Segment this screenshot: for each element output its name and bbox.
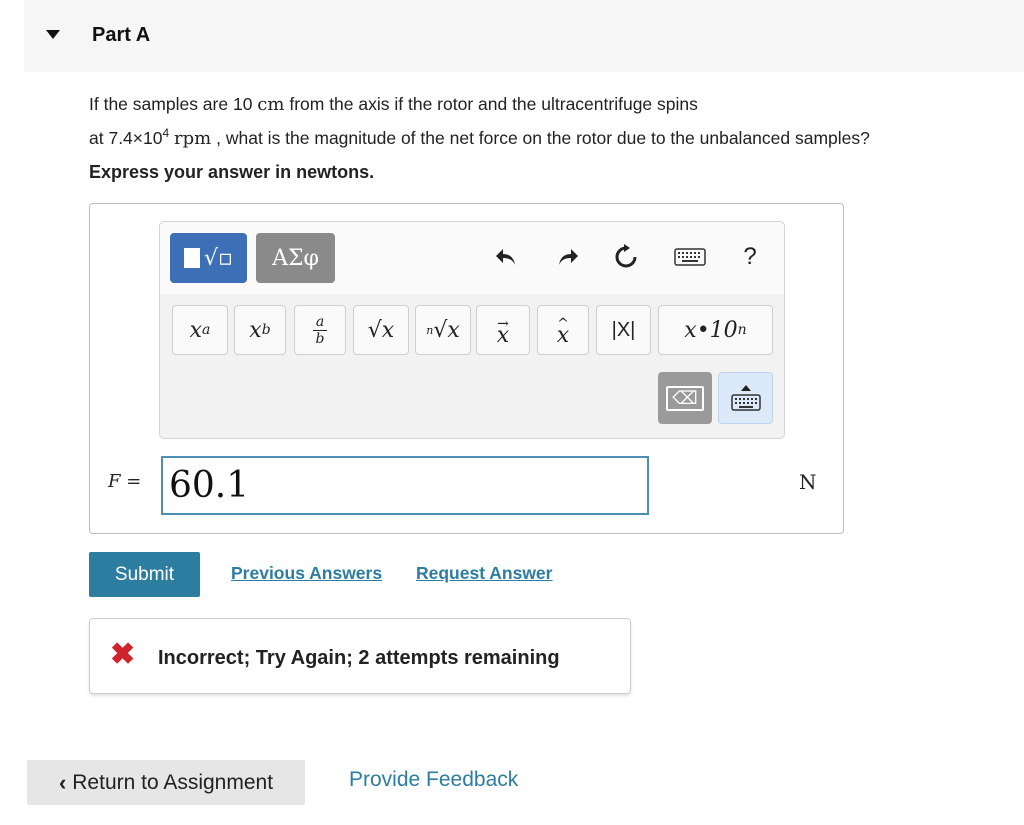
vector-key[interactable]: → x <box>476 305 530 355</box>
part-title: Part A <box>92 24 151 46</box>
fraction-icon: ab <box>313 315 327 346</box>
unit-cm: cm <box>257 94 285 115</box>
request-answer-link[interactable]: Request Answer <box>416 563 552 584</box>
feedback-panel: ✖ Incorrect; Try Again; 2 attempts remai… <box>89 618 631 694</box>
sci-exp: n <box>737 322 747 338</box>
nth-root-key[interactable]: n √ x <box>415 305 471 355</box>
provide-feedback-link[interactable]: Provide Feedback <box>349 768 518 792</box>
return-to-assignment-button[interactable]: ‹ Return to Assignment <box>27 760 305 805</box>
question-line1-b: from the axis if the rotor and the ultra… <box>289 94 698 114</box>
variable-label: F = <box>108 471 141 492</box>
undo-icon[interactable] <box>491 242 521 272</box>
part-header[interactable] <box>24 0 1024 72</box>
fraction-key[interactable]: ab <box>294 305 346 355</box>
submit-button[interactable]: Submit <box>89 552 200 597</box>
unit-rpm: rpm <box>174 127 212 149</box>
cursor-square-icon <box>184 248 201 268</box>
help-button[interactable]: ? <box>735 242 765 272</box>
question-line2-b: , what is the magnitude of the net force… <box>216 127 870 148</box>
subscript-key[interactable]: xb <box>234 305 286 355</box>
caret-up-icon <box>740 384 751 391</box>
return-label: Return to Assignment <box>72 770 274 794</box>
chevron-left-icon: ‹ <box>58 769 67 795</box>
equals-sign: = <box>126 471 142 492</box>
answer-unit: N <box>799 470 817 494</box>
question-line1-a: If the samples are 10 <box>89 94 253 114</box>
collapse-caret-icon[interactable] <box>46 30 60 39</box>
sqrt-template-icon: √▫ <box>204 245 233 271</box>
sci-base: x•10 <box>684 317 738 343</box>
scientific-notation-key[interactable]: x•10 n <box>658 305 773 355</box>
previous-answers-link[interactable]: Previous Answers <box>231 563 382 584</box>
question-line2-a: at 7.4×10 <box>89 127 163 148</box>
keyboard-toggle-button[interactable] <box>718 372 773 424</box>
math-toolbar: √▫ ΑΣφ ? xa xb ab √ x n √ x → x ^ x |X| x•10 n… <box>159 221 785 439</box>
absolute-value-key[interactable]: |X| <box>596 305 651 355</box>
greek-symbols-button[interactable]: ΑΣφ <box>256 233 335 283</box>
templates-button[interactable]: √▫ <box>170 233 247 283</box>
keyboard-icon[interactable] <box>672 242 708 272</box>
x-mark-icon: ✖ <box>110 638 136 671</box>
feedback-message: Incorrect; Try Again; 2 attempts remaini… <box>158 647 560 669</box>
redo-icon[interactable] <box>553 242 583 272</box>
answer-input[interactable] <box>161 456 649 515</box>
reset-icon[interactable] <box>611 242 641 272</box>
keyboard-toggle-icon <box>730 393 761 411</box>
backspace-button[interactable]: ⌫ <box>658 372 712 424</box>
unit-vector-key[interactable]: ^ x <box>537 305 589 355</box>
variable-name: F <box>108 471 121 492</box>
exponent: 4 <box>162 126 170 140</box>
sqrt-key[interactable]: √ x <box>353 305 409 355</box>
backspace-icon: ⌫ <box>666 385 704 411</box>
superscript-key[interactable]: xa <box>172 305 228 355</box>
question-text: If the samples are 10 cm from the axis i… <box>89 90 1024 153</box>
answer-instruction: Express your answer in newtons. <box>89 162 375 182</box>
